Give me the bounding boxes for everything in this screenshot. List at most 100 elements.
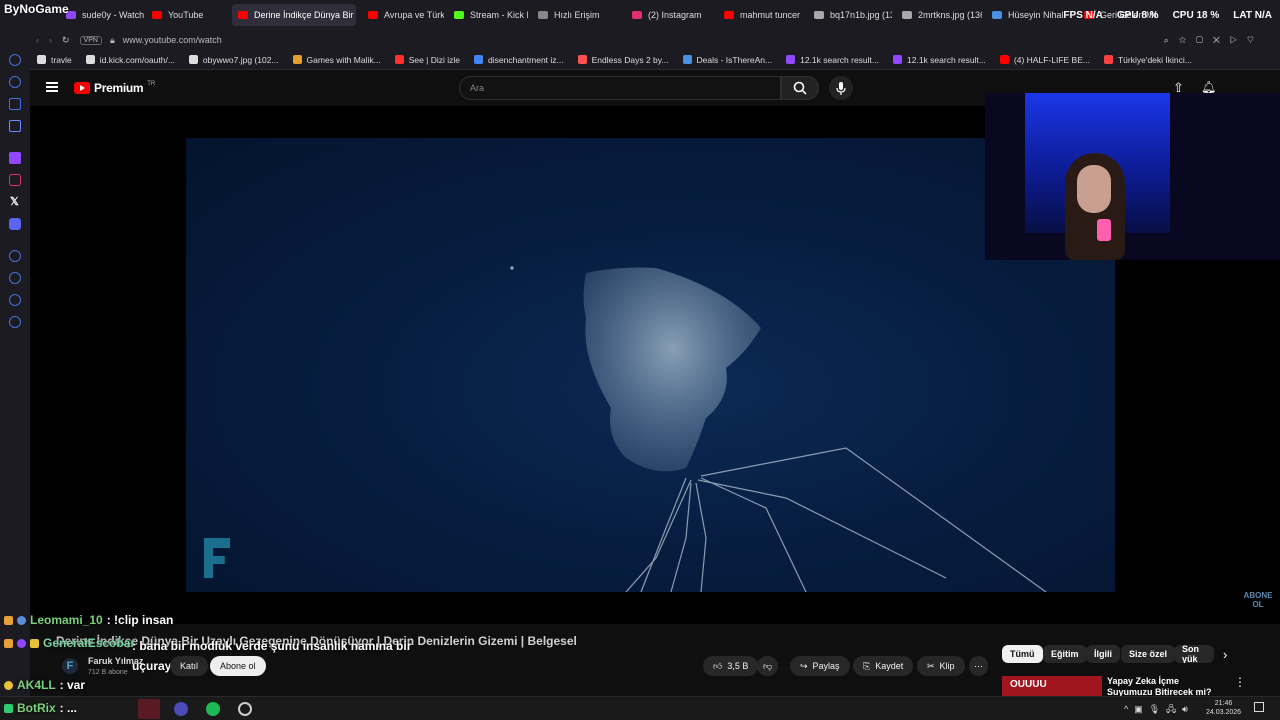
chip-for-you[interactable]: Size özel bbox=[1121, 645, 1176, 663]
back-icon[interactable]: ‹ bbox=[36, 35, 39, 45]
youtube-play-icon bbox=[74, 82, 90, 94]
bookmark-label: Türkiye'deki İkinci... bbox=[1117, 54, 1192, 65]
x-icon[interactable]: 𝕏 bbox=[10, 195, 19, 208]
kebab-menu-icon[interactable]: ⋮ bbox=[1234, 675, 1246, 689]
chat-message: BotRix: ... bbox=[4, 701, 77, 715]
bookmark-label: Endless Days 2 by... bbox=[591, 54, 669, 65]
history-icon[interactable] bbox=[9, 54, 21, 66]
browser-taskbar-icon[interactable] bbox=[174, 702, 188, 716]
channel-avatar[interactable]: F bbox=[62, 658, 78, 674]
twitch-icon[interactable] bbox=[9, 152, 21, 164]
bookmark-label: 12.1k search result... bbox=[800, 54, 879, 65]
chat-text: : !clip insan bbox=[106, 613, 174, 627]
bookmark-item[interactable]: travle bbox=[30, 55, 79, 65]
fps-stat: FPS N/A bbox=[1063, 10, 1103, 21]
share-button[interactable]: ↪ Paylaş bbox=[790, 656, 850, 676]
player-icon[interactable] bbox=[9, 250, 21, 262]
menu-icon[interactable] bbox=[46, 82, 58, 92]
voice-search-button[interactable] bbox=[829, 76, 853, 100]
bookmark-item[interactable]: 12.1k search result... bbox=[886, 55, 993, 65]
steam-icon[interactable] bbox=[238, 702, 252, 716]
pinboard-icon[interactable] bbox=[9, 98, 21, 110]
chat-user: Leomami_10 bbox=[30, 613, 103, 627]
youtube-premium-logo[interactable]: Premium TR bbox=[74, 81, 155, 95]
tab-label: bq17n1b.jpg (1366 bbox=[830, 10, 892, 20]
squid-illustration bbox=[510, 266, 1047, 593]
channel-name[interactable]: Faruk Yılmaz bbox=[88, 656, 143, 666]
notification-center-icon[interactable] bbox=[1254, 702, 1264, 712]
browser-tab[interactable]: Hüseyin Nihal bbox=[986, 4, 1074, 26]
share-icon: ↪ bbox=[800, 660, 808, 671]
bookmark-item[interactable]: 12.1k search result... bbox=[779, 55, 886, 65]
bookmark-item[interactable]: Games with Malik... bbox=[286, 55, 388, 65]
chip-recent[interactable]: Son yük bbox=[1174, 645, 1214, 663]
bookmark-favicon-icon bbox=[999, 55, 1009, 64]
thumbs-down-icon: 👎︎ bbox=[763, 660, 773, 671]
bookmark-favicon-icon bbox=[292, 55, 302, 64]
dislike-button[interactable]: 👎︎ bbox=[757, 656, 779, 676]
messenger-icon[interactable] bbox=[9, 76, 21, 88]
bookmark-item[interactable]: obywwo7.jpg (102... bbox=[182, 55, 286, 65]
recommended-thumbnail[interactable]: ОUUUU bbox=[1002, 676, 1102, 696]
browser-tab[interactable]: (2) Instagram bbox=[626, 4, 714, 26]
subscribe-watermark[interactable]: ABONE OL bbox=[1242, 591, 1274, 610]
system-clock[interactable]: 21:46 24.03.2026 bbox=[1206, 699, 1241, 717]
tab-favicon-icon bbox=[152, 11, 162, 19]
browser-tab[interactable]: Avrupa ve Türkiye bbox=[362, 4, 444, 26]
taskbar-app[interactable] bbox=[138, 699, 160, 719]
badge-icon bbox=[4, 680, 13, 690]
bookmark-label: 12.1k search result... bbox=[907, 54, 986, 65]
browser-tab[interactable]: bq17n1b.jpg (1366 bbox=[808, 4, 892, 26]
bookmarks-bar: travle id.kick.com/oauth/... obywwo7.jpg (… bbox=[30, 50, 1280, 70]
scissors-icon: ✂ bbox=[927, 660, 935, 671]
like-button[interactable]: 👍︎ 3,5 B bbox=[703, 656, 759, 676]
search-input[interactable]: Ara bbox=[459, 76, 781, 100]
clock-icon[interactable] bbox=[9, 272, 21, 284]
tray-icons[interactable]: ^▣🎙︎🖧🔊︎ bbox=[1124, 702, 1194, 718]
notifications-icon[interactable]: 🔔︎ bbox=[1201, 80, 1216, 94]
bookmark-label: Games with Malik... bbox=[306, 54, 381, 65]
bookmark-item[interactable]: Türkiye'deki İkinci... bbox=[1097, 55, 1199, 65]
browser-tab[interactable]: YouTube bbox=[146, 4, 230, 26]
recommended-title[interactable]: Yapay Zeka İçme Suyumuzu Bitirecek mi? bbox=[1107, 676, 1227, 696]
search-button[interactable] bbox=[781, 76, 819, 100]
save-button[interactable]: ⎘ Kaydet bbox=[853, 656, 914, 676]
bookmark-item[interactable]: Deals - IsThereAn... bbox=[676, 55, 780, 65]
url-field[interactable]: www.youtube.com/watch bbox=[123, 35, 222, 45]
chip-all[interactable]: Tümü bbox=[1002, 645, 1043, 663]
join-button[interactable]: Katıl bbox=[170, 656, 209, 676]
chevron-right-icon[interactable]: › bbox=[1223, 647, 1227, 662]
clip-button[interactable]: ✂ Klip bbox=[917, 656, 965, 676]
cpu-stat: CPU 18 % bbox=[1172, 10, 1220, 21]
bookmark-item[interactable]: id.kick.com/oauth/... bbox=[79, 55, 182, 65]
bookmark-item[interactable]: (4) HALF-LIFE BE... bbox=[993, 55, 1097, 65]
bookmark-item[interactable]: disenchantment iz... bbox=[467, 55, 571, 65]
lock-icon: 🔒︎ bbox=[109, 34, 115, 45]
bookmark-item[interactable]: Endless Days 2 by... bbox=[571, 55, 676, 65]
browser-tab[interactable]: Hızlı Erişim bbox=[532, 4, 622, 26]
spotify-icon[interactable] bbox=[206, 702, 220, 716]
tab-favicon-icon bbox=[814, 11, 824, 19]
bookmark-item[interactable]: See | Dizi izle bbox=[388, 55, 467, 65]
tab-label: (2) Instagram bbox=[648, 10, 702, 20]
more-actions-button[interactable]: ⋯ bbox=[969, 656, 988, 676]
subscribe-button[interactable]: Abone ol bbox=[210, 656, 266, 676]
browser-tab[interactable]: 2mrtkns.jpg (1366 bbox=[896, 4, 982, 26]
vpn-badge[interactable]: VPN bbox=[79, 35, 102, 45]
discord-icon[interactable] bbox=[9, 218, 21, 230]
forward-icon[interactable]: › bbox=[49, 35, 52, 45]
bookmarks-icon[interactable] bbox=[9, 294, 21, 306]
mail-icon[interactable] bbox=[9, 120, 21, 132]
settings-icon[interactable] bbox=[9, 316, 21, 328]
tab-label: Stream - Kick D bbox=[470, 10, 528, 20]
browser-tab[interactable]: Stream - Kick D bbox=[448, 4, 528, 26]
chat-text: : ... bbox=[59, 701, 78, 715]
browser-tab[interactable]: mahmut tuncer bbox=[718, 4, 804, 26]
chip-education[interactable]: Eğitim bbox=[1043, 645, 1087, 663]
browser-tab[interactable]: Derine İndikçe Dünya Bir bbox=[232, 4, 356, 26]
reload-icon[interactable]: ↻ bbox=[62, 35, 70, 46]
bookmark-label: Deals - IsThereAn... bbox=[696, 54, 773, 65]
chip-related[interactable]: İlgili bbox=[1086, 645, 1120, 663]
instagram-icon[interactable] bbox=[9, 174, 21, 186]
toolbar-icons[interactable]: ⌕☆▢✕▷♡ bbox=[1164, 35, 1264, 46]
